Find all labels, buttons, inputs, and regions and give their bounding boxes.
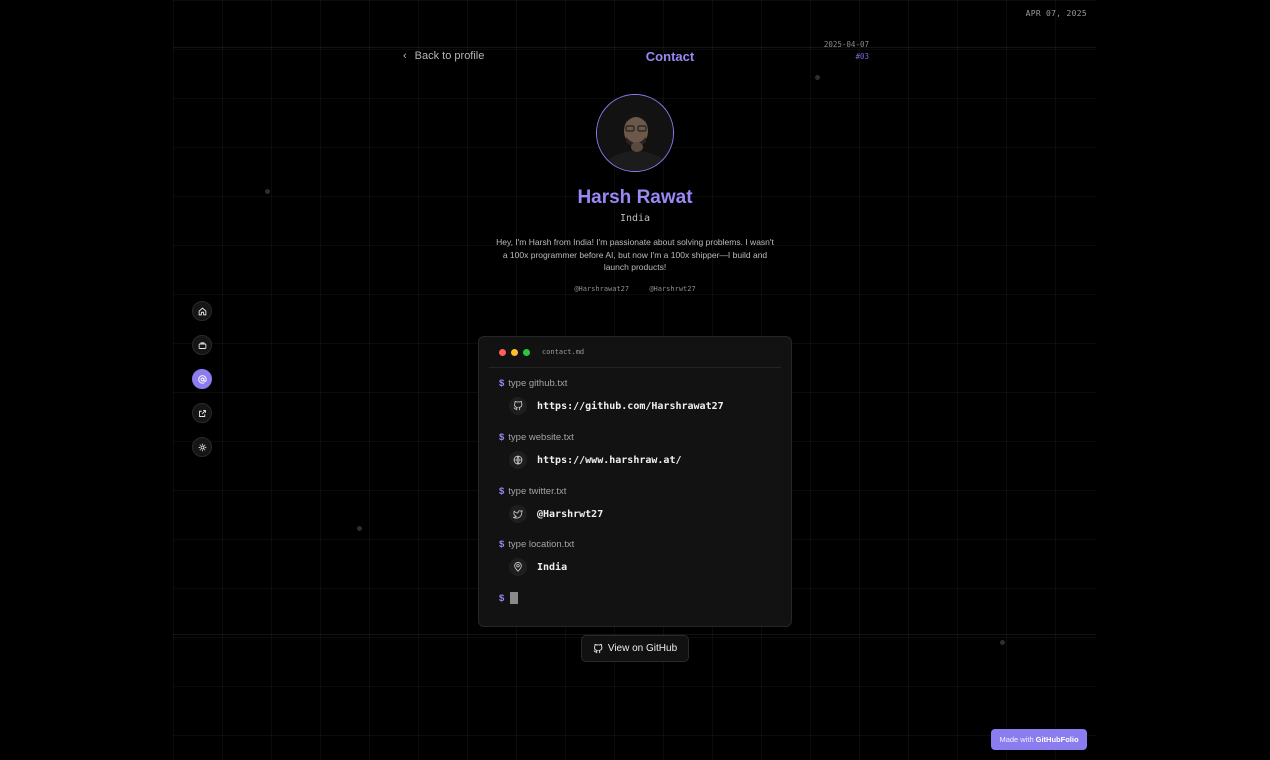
terminal-command: $ type github.txt bbox=[499, 378, 567, 389]
prompt-symbol: $ bbox=[499, 432, 505, 443]
view-on-github-button[interactable]: View on GitHub bbox=[581, 635, 689, 662]
twitter-handle: @Harshrwt27 bbox=[537, 508, 604, 520]
github-button-label: View on GitHub bbox=[607, 643, 678, 654]
side-nav bbox=[192, 301, 212, 457]
command-text: type github.txt bbox=[508, 378, 568, 389]
page-title: Contact bbox=[645, 49, 695, 64]
corner-date: APR 07, 2025 bbox=[1025, 9, 1087, 18]
map-pin-icon bbox=[509, 558, 527, 576]
avatar-portrait bbox=[597, 95, 673, 171]
github-icon bbox=[593, 643, 603, 653]
nav-theme-button[interactable] bbox=[192, 437, 212, 457]
profile-country: India bbox=[619, 213, 651, 224]
page-number: #03 bbox=[855, 52, 869, 61]
close-dot-icon bbox=[499, 348, 506, 356]
made-with-brand: GitHubFolio bbox=[1035, 735, 1079, 744]
terminal-output[interactable]: https://github.com/Harshrawat27 bbox=[509, 397, 724, 415]
terminal-prompt-line[interactable]: $ bbox=[499, 592, 519, 604]
prompt-symbol: $ bbox=[499, 378, 505, 389]
decor-dot bbox=[357, 526, 362, 531]
location-value: India bbox=[537, 561, 568, 573]
terminal-output[interactable]: @Harshrwt27 bbox=[509, 505, 603, 523]
nav-external-button[interactable] bbox=[192, 403, 212, 423]
decor-dot bbox=[1000, 640, 1005, 645]
profile-handles: @Harshrawat27 @Harshrwt27 bbox=[0, 285, 1270, 293]
github-icon bbox=[509, 397, 527, 415]
terminal-header: contact.md bbox=[489, 337, 781, 368]
at-sign-icon bbox=[197, 374, 207, 384]
decor-dot bbox=[815, 75, 820, 80]
terminal-output: India bbox=[509, 558, 567, 576]
back-to-profile-link[interactable]: ‹ Back to profile bbox=[403, 50, 484, 62]
github-url: https://github.com/Harshrawat27 bbox=[537, 400, 724, 412]
twitter-icon bbox=[509, 505, 527, 523]
terminal-cursor bbox=[510, 592, 519, 604]
terminal-command: $ type website.txt bbox=[499, 432, 574, 443]
page-date: 2025-04-07 bbox=[823, 40, 869, 49]
back-link-label: Back to profile bbox=[414, 50, 485, 62]
sun-icon bbox=[198, 443, 206, 451]
minimize-dot-icon bbox=[511, 348, 518, 356]
globe-icon bbox=[509, 451, 527, 469]
contact-terminal: contact.md $ type github.txt https://gith… bbox=[478, 336, 792, 627]
page-meta: 2025-04-07 #03 bbox=[824, 39, 869, 63]
command-text: type website.txt bbox=[508, 432, 574, 443]
home-icon bbox=[198, 307, 206, 315]
terminal-command: $ type twitter.txt bbox=[499, 486, 566, 497]
made-with-prefix: Made with bbox=[999, 735, 1034, 744]
terminal-command: $ type location.txt bbox=[499, 539, 574, 550]
nav-projects-button[interactable] bbox=[192, 335, 212, 355]
nav-home-button[interactable] bbox=[192, 301, 212, 321]
chevron-left-icon: ‹ bbox=[403, 50, 407, 62]
maximize-dot-icon bbox=[523, 348, 530, 356]
twitter-handle-link[interactable]: @Harshrwt27 bbox=[649, 285, 695, 293]
briefcase-icon bbox=[198, 341, 206, 349]
command-text: type location.txt bbox=[508, 539, 575, 550]
avatar bbox=[596, 94, 674, 172]
github-handle-link[interactable]: @Harshrawat27 bbox=[574, 285, 629, 293]
website-url: https://www.harshraw.at/ bbox=[537, 454, 682, 466]
command-text: type twitter.txt bbox=[508, 486, 567, 497]
profile-name: Harsh Rawat bbox=[577, 187, 693, 208]
prompt-symbol: $ bbox=[499, 539, 505, 550]
external-link-icon bbox=[198, 409, 206, 417]
profile-bio: Hey, I'm Harsh from India! I'm passionat… bbox=[496, 237, 774, 272]
terminal-output[interactable]: https://www.harshraw.at/ bbox=[509, 451, 682, 469]
prompt-symbol: $ bbox=[499, 486, 505, 497]
nav-contact-button[interactable] bbox=[192, 369, 212, 389]
made-with-badge[interactable]: Made with GitHubFolio bbox=[991, 729, 1087, 750]
terminal-filename: contact.md bbox=[542, 348, 585, 356]
grid-divider-top bbox=[173, 47, 1096, 48]
prompt-symbol: $ bbox=[499, 592, 505, 604]
